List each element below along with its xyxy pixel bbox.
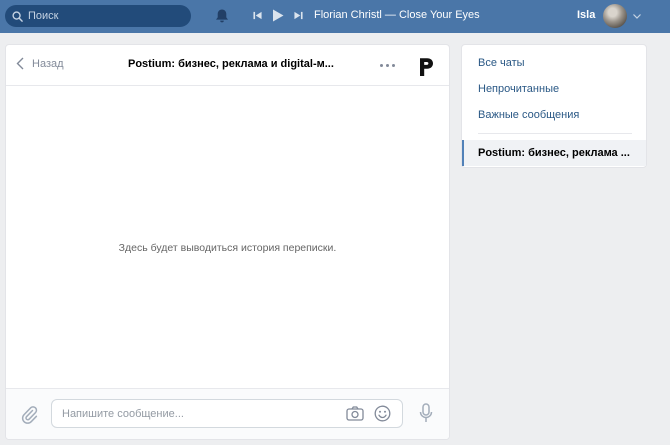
chat-panel: Назад Postium: бизнес, реклама и digital… xyxy=(5,44,450,440)
nav-divider xyxy=(478,133,632,134)
search-field[interactable]: Поиск xyxy=(5,5,191,27)
nav-item-important[interactable]: Важные сообщения xyxy=(478,109,579,121)
prev-track-icon[interactable] xyxy=(253,11,262,20)
mic-icon[interactable] xyxy=(419,403,433,423)
play-icon[interactable] xyxy=(272,9,284,22)
top-bar: Поиск Florian Christl — Close Your Eyes … xyxy=(0,0,670,33)
message-composer xyxy=(6,388,449,439)
attach-icon[interactable] xyxy=(20,404,38,424)
search-placeholder: Поиск xyxy=(28,10,59,22)
camera-icon[interactable] xyxy=(346,406,364,421)
nav-item-active-chat[interactable]: Postium: бизнес, реклама ... xyxy=(462,140,646,166)
more-icon[interactable] xyxy=(380,64,395,67)
avatar[interactable] xyxy=(603,4,627,28)
search-icon xyxy=(12,10,23,22)
empty-history-text: Здесь будет выводиться история переписки… xyxy=(118,242,337,254)
message-input[interactable] xyxy=(51,399,403,428)
postium-logo[interactable] xyxy=(417,55,437,77)
next-track-icon[interactable] xyxy=(294,11,303,20)
active-chat-label: Postium: бизнес, реклама ... xyxy=(478,147,630,159)
back-chevron-icon xyxy=(16,57,24,70)
nav-item-all-chats[interactable]: Все чаты xyxy=(478,57,525,69)
nav-item-unread[interactable]: Непрочитанные xyxy=(478,83,559,95)
chat-title[interactable]: Postium: бизнес, реклама и digital-м... xyxy=(128,58,334,70)
chat-filter-nav: Все чаты Непрочитанные Важные сообщения … xyxy=(461,44,647,168)
bell-icon[interactable] xyxy=(213,7,231,25)
back-label: Назад xyxy=(32,57,64,70)
message-text-field[interactable] xyxy=(62,407,332,420)
user-name[interactable]: Isla xyxy=(577,9,595,21)
back-button[interactable]: Назад xyxy=(16,57,64,70)
chat-header: Назад Postium: бизнес, реклама и digital… xyxy=(6,45,449,86)
emoji-icon[interactable] xyxy=(374,405,391,422)
now-playing-track[interactable]: Florian Christl — Close Your Eyes xyxy=(314,9,480,21)
chevron-down-icon[interactable] xyxy=(633,14,641,19)
audio-player-controls xyxy=(253,9,303,22)
